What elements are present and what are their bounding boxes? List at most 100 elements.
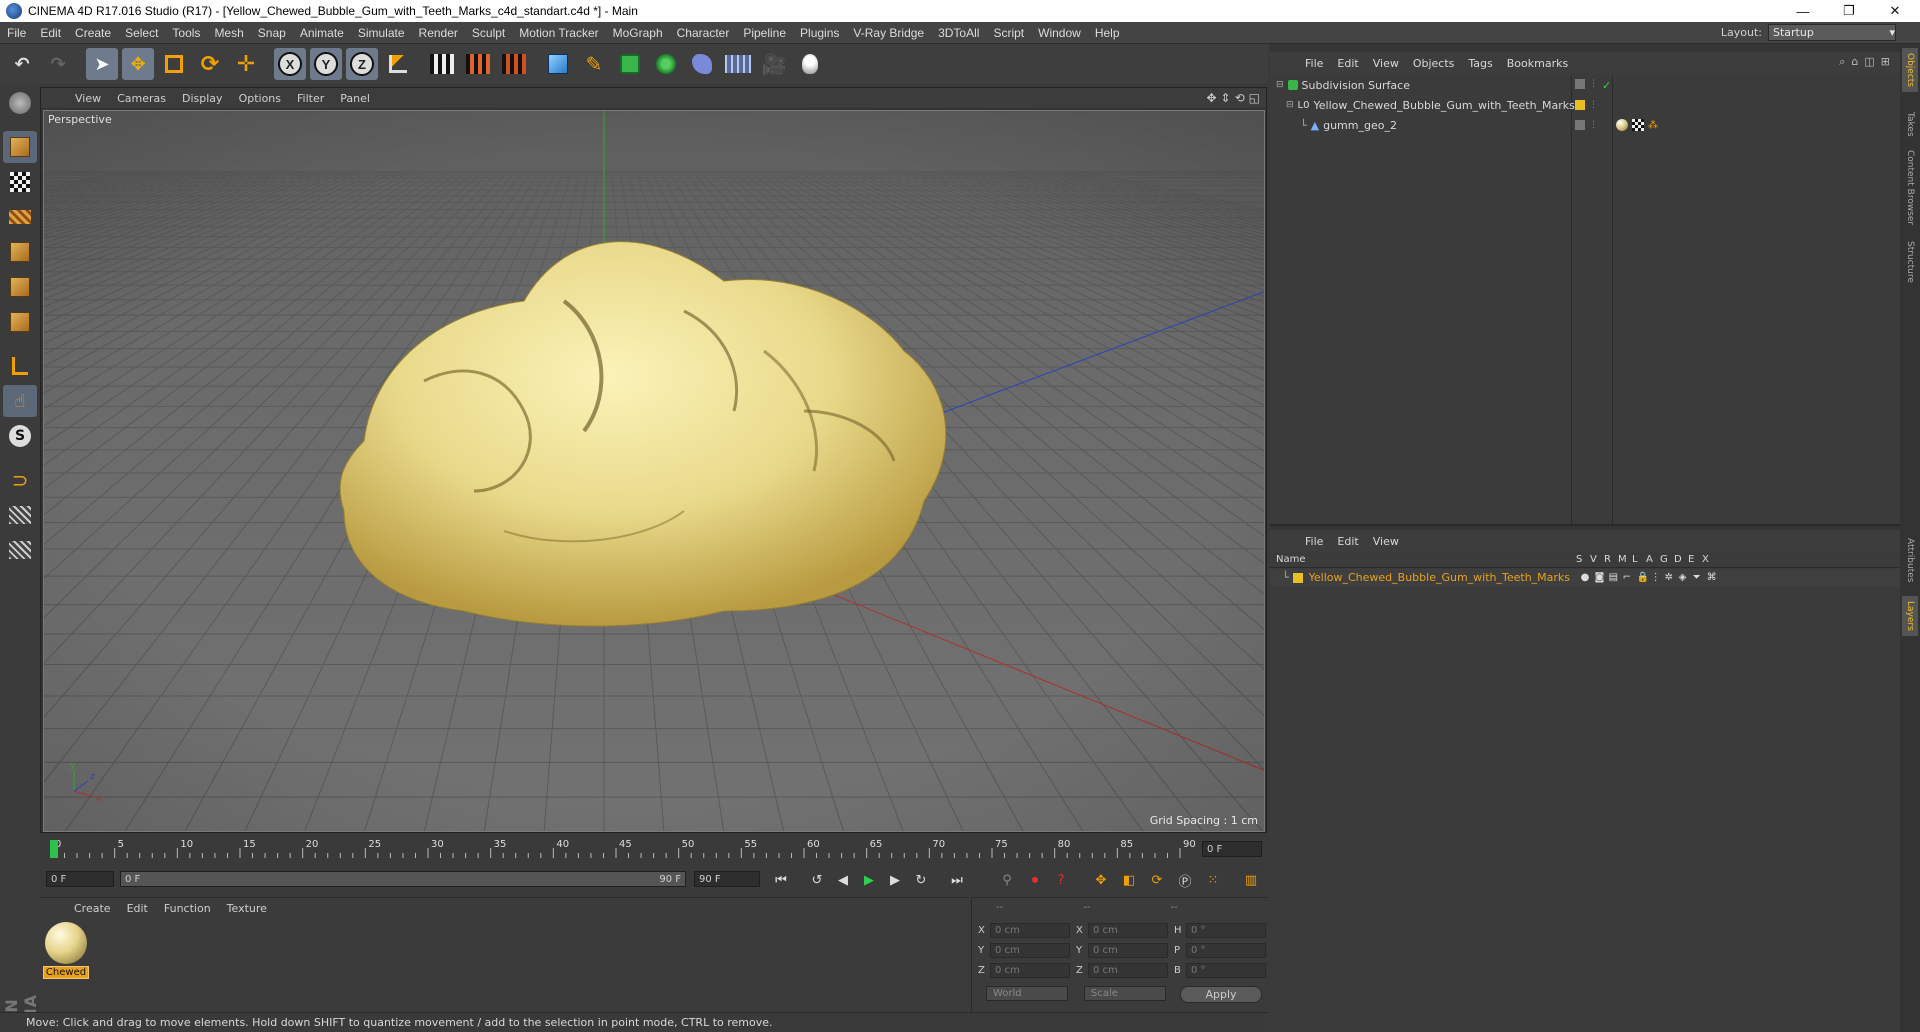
go-to-end-button[interactable]: ⏭ — [946, 869, 968, 891]
layer-row[interactable]: └ Yellow_Chewed_Bubble_Gum_with_Teeth_Ma… — [1270, 569, 1900, 586]
menu-create[interactable]: Create — [68, 26, 118, 40]
objects-menu-view[interactable]: View — [1366, 57, 1406, 70]
y-axis-lock-button[interactable]: Y — [310, 48, 342, 80]
timeline-window-button[interactable]: ▥ — [1240, 869, 1262, 891]
objects-menu-file[interactable]: File — [1298, 57, 1330, 70]
model-mode-button[interactable] — [3, 131, 37, 163]
polygons-mode-button[interactable] — [3, 306, 37, 338]
render-settings-button[interactable] — [498, 48, 530, 80]
menu-mesh[interactable]: Mesh — [207, 26, 250, 40]
xref-toggle-icon[interactable]: ⌘ — [1707, 572, 1717, 583]
key-scale-button[interactable]: ◧ — [1118, 869, 1140, 891]
timeline-ruler[interactable]: 0 5 10 15 20 25 30 35 40 45 50 55 60 65 70 75 80 85 90 0 F — [40, 836, 1267, 862]
menu-script[interactable]: Script — [986, 26, 1031, 40]
menu-file[interactable]: File — [0, 26, 33, 40]
layers-menu-view[interactable]: View — [1366, 535, 1406, 548]
magnet-button[interactable]: ⊃ — [3, 464, 37, 496]
key-rotation-button[interactable]: ⟳ — [1146, 869, 1168, 891]
menu-motion-tracker[interactable]: Motion Tracker — [512, 26, 605, 40]
current-frame-field[interactable]: 0 F — [1202, 841, 1262, 857]
position-z-field[interactable]: 0 cm — [990, 962, 1070, 978]
tweak-mode-button[interactable]: ☝ — [3, 385, 37, 417]
layer-col-view[interactable]: V — [1590, 554, 1604, 565]
menu-mograph[interactable]: MoGraph — [606, 26, 670, 40]
tab-layers[interactable]: Layers — [1902, 596, 1918, 636]
texture-mode-button[interactable] — [3, 166, 37, 198]
tab-attributes[interactable]: Attributes — [1902, 530, 1918, 590]
manager-toggle-icon[interactable]: ⌐ — [1623, 572, 1633, 583]
visibility-dots-icon[interactable]: ⋮ — [1589, 79, 1598, 92]
menu-character[interactable]: Character — [670, 26, 737, 40]
layers-menu-edit[interactable]: Edit — [1330, 535, 1365, 548]
tab-takes[interactable]: Takes — [1902, 106, 1918, 142]
lock-workplane-button[interactable] — [3, 499, 37, 531]
axis-mode-button[interactable] — [3, 350, 37, 382]
tab-content-browser[interactable]: Content Browser — [1902, 148, 1918, 228]
cube-primitive-button[interactable] — [542, 48, 574, 80]
collapse-icon[interactable]: ⊟ — [1286, 100, 1294, 110]
min-time-field[interactable]: 0 F — [46, 871, 114, 887]
autokey-button[interactable]: ⏺ — [1024, 869, 1046, 891]
render-toggle-icon[interactable]: ▤ — [1609, 572, 1619, 583]
pen-spline-button[interactable]: ✎ — [578, 48, 610, 80]
deformer-toggle-icon[interactable]: ◈ — [1679, 572, 1689, 583]
layers-menu-file[interactable]: File — [1298, 535, 1330, 548]
material-tag-icon[interactable] — [1616, 119, 1628, 131]
material-menu-create[interactable]: Create — [66, 902, 119, 915]
viewport-menu-cameras[interactable]: Cameras — [109, 92, 174, 105]
previous-frame-button[interactable]: ◀ — [832, 869, 854, 891]
search-icon[interactable]: ⌕ — [1839, 55, 1845, 69]
next-frame-button[interactable]: ▶ — [884, 869, 906, 891]
edges-mode-button[interactable] — [3, 271, 37, 303]
layer-swatch-icon[interactable] — [1575, 78, 1585, 89]
time-range-slider[interactable]: 0 F 90 F — [120, 871, 686, 887]
material-menu-edit[interactable]: Edit — [119, 902, 156, 915]
menu-window[interactable]: Window — [1031, 26, 1088, 40]
scale-tool-button[interactable] — [158, 48, 190, 80]
position-y-field[interactable]: 0 cm — [990, 942, 1070, 958]
rotation-p-field[interactable]: 0 ° — [1186, 942, 1266, 958]
menu-snap[interactable]: Snap — [251, 26, 293, 40]
planar-workplane-button[interactable] — [3, 534, 37, 566]
size-y-field[interactable]: 0 cm — [1088, 942, 1168, 958]
visibility-dots-icon[interactable]: ⋮ — [1589, 120, 1598, 130]
viewport-menu-filter[interactable]: Filter — [289, 92, 332, 105]
objects-menu-objects[interactable]: Objects — [1406, 57, 1462, 70]
viewport-menu-view[interactable]: View — [67, 92, 109, 105]
menu-pipeline[interactable]: Pipeline — [736, 26, 793, 40]
render-view-button[interactable] — [426, 48, 458, 80]
lock-toggle-icon[interactable]: 🔒 — [1637, 572, 1649, 583]
perspective-viewport[interactable]: y x z Perspective Grid Spacing : 1 cm — [43, 110, 1265, 832]
expand-icon[interactable]: ⊞ — [1881, 55, 1890, 69]
orbit-view-icon[interactable]: ⟲ — [1235, 91, 1245, 105]
rotation-h-field[interactable]: 0 ° — [1186, 922, 1266, 938]
previous-key-button[interactable]: ↺ — [806, 869, 828, 891]
layer-col-expressions[interactable]: E — [1688, 554, 1702, 565]
phong-tag-icon[interactable]: ⁂ — [1648, 120, 1658, 131]
layer-col-manager[interactable]: M — [1618, 554, 1632, 565]
make-editable-button[interactable] — [3, 87, 37, 119]
record-keys-button[interactable]: ⚲ — [996, 869, 1018, 891]
maximize-button[interactable]: ❐ — [1826, 0, 1872, 22]
rotation-b-field[interactable]: 0 ° — [1186, 962, 1266, 978]
next-key-button[interactable]: ↻ — [910, 869, 932, 891]
keyframe-selection-button[interactable]: ? — [1050, 869, 1072, 891]
menu-tools[interactable]: Tools — [165, 26, 207, 40]
move-tool-button[interactable]: ✥ — [122, 48, 154, 80]
tab-structure[interactable]: Structure — [1902, 236, 1918, 288]
layout-dropdown[interactable]: Startup ▾ — [1768, 24, 1896, 41]
home-icon[interactable]: ⌂ — [1851, 55, 1858, 69]
position-x-field[interactable]: 0 cm — [990, 922, 1070, 938]
snap-button[interactable]: S — [3, 420, 37, 452]
object-row-gumm-geo[interactable]: └ ▲ gumm_geo_2 ⋮ ⁂ — [1270, 116, 1900, 134]
menu-simulate[interactable]: Simulate — [351, 26, 412, 40]
layer-col-solo[interactable]: S — [1576, 554, 1590, 565]
objects-menu-edit[interactable]: Edit — [1330, 57, 1365, 70]
coordinate-mode-dropdown[interactable]: World — [986, 986, 1068, 1001]
objects-menu-bookmarks[interactable]: Bookmarks — [1500, 57, 1575, 70]
menu-vray-bridge[interactable]: V-Ray Bridge — [846, 26, 931, 40]
layer-color-swatch[interactable] — [1292, 572, 1303, 583]
expression-toggle-icon[interactable]: ⏷ — [1693, 572, 1703, 583]
material-item[interactable]: Chewed — [43, 922, 89, 979]
render-picture-viewer-button[interactable] — [462, 48, 494, 80]
